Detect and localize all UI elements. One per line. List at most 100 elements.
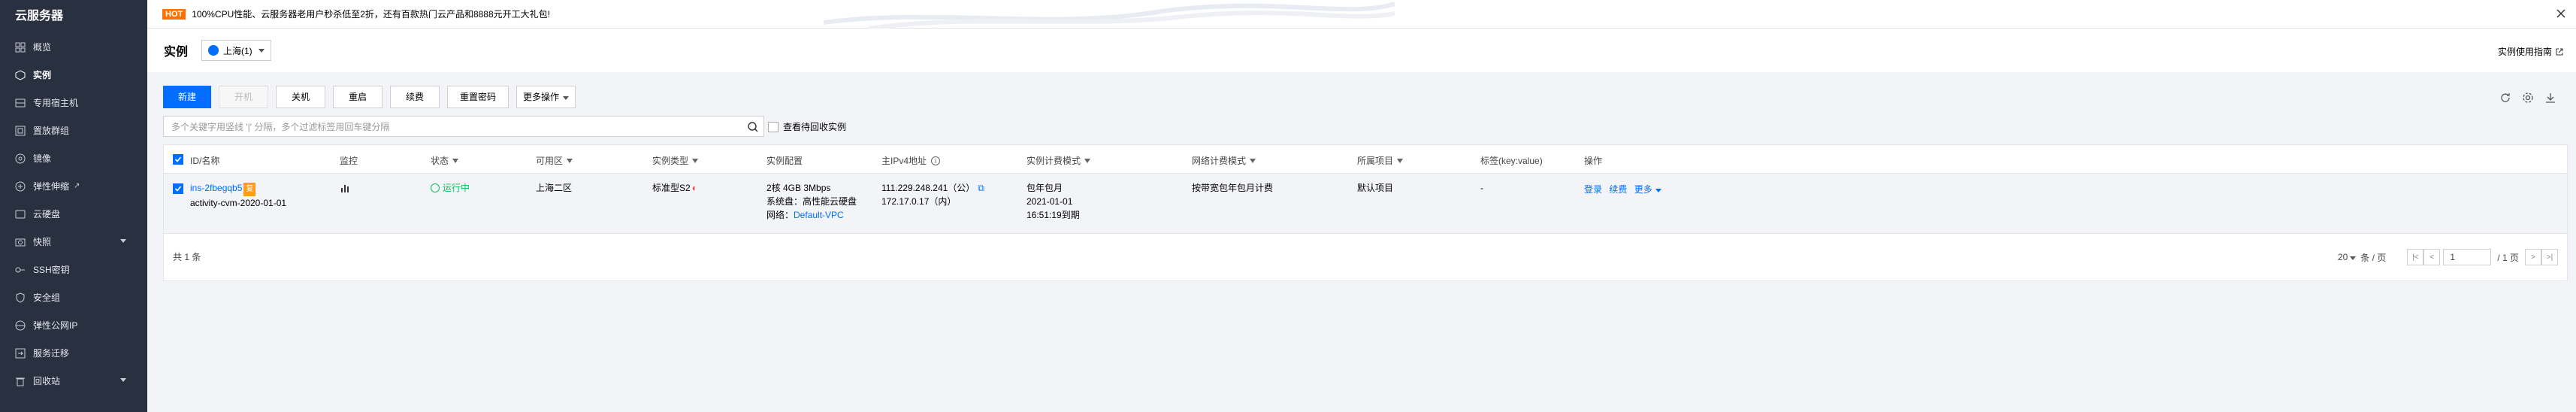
external-link-icon bbox=[2556, 48, 2563, 55]
sidebar-item-label: 弹性公网IP bbox=[33, 320, 78, 331]
sidebar-item-recycle-bin[interactable]: 回收站 bbox=[0, 367, 147, 395]
page-total-label: / 1 页 bbox=[2497, 252, 2519, 263]
instance-id-cell: ins-2fbegqb5 复 bbox=[190, 181, 256, 196]
column-status[interactable]: 状态 bbox=[431, 154, 459, 167]
column-network-billing[interactable]: 网络计费模式 bbox=[1192, 154, 1256, 167]
filter-icon bbox=[567, 158, 573, 163]
sidebar-item-eip[interactable]: 弹性公网IP bbox=[0, 311, 147, 339]
sidebar-item-label: 置放群组 bbox=[33, 126, 70, 136]
sidebar-item-security-group[interactable]: 安全组 bbox=[0, 283, 147, 311]
recycle-checkbox[interactable] bbox=[768, 121, 779, 132]
sidebar-item-placement-group[interactable]: 置放群组 bbox=[0, 117, 147, 144]
sidebar-item-migration[interactable]: 服务迁移 bbox=[0, 339, 147, 367]
sidebar: 云服务器 概览 实例 专用宿主机 置放群组 镜像 弹性伸缩 ↗ 云硬盘 快照 S… bbox=[0, 0, 147, 412]
select-all-checkbox[interactable] bbox=[173, 154, 188, 165]
info-icon[interactable]: i bbox=[931, 156, 941, 165]
sidebar-item-auto-scaling[interactable]: 弹性伸缩 ↗ bbox=[0, 172, 147, 200]
sidebar-item-label: 镜像 bbox=[33, 153, 52, 164]
column-billing[interactable]: 实例计费模式 bbox=[1026, 154, 1091, 167]
sidebar-item-snapshot[interactable]: 快照 bbox=[0, 228, 147, 256]
table-tools bbox=[2489, 92, 2556, 104]
sidebar-item-cloud-disk[interactable]: 云硬盘 bbox=[0, 200, 147, 228]
search-icon[interactable] bbox=[747, 121, 759, 133]
shutdown-button[interactable]: 关机 bbox=[276, 86, 325, 108]
usage-guide-label: 实例使用指南 bbox=[2497, 47, 2552, 57]
table-row[interactable]: ins-2fbegqb5 复 activity-cvm-2020-01-01 运行… bbox=[164, 174, 2567, 234]
eip-icon bbox=[15, 320, 26, 331]
column-type[interactable]: 实例类型 bbox=[652, 154, 699, 167]
new-button[interactable]: 新建 bbox=[163, 86, 211, 108]
search-input[interactable]: 多个关键字用竖线 '|' 分隔，多个过滤标签用回车键分隔 bbox=[163, 116, 764, 137]
usage-guide-link[interactable]: 实例使用指南 bbox=[2498, 45, 2564, 58]
recycle-icon bbox=[15, 376, 26, 386]
region-select[interactable]: 上海(1) bbox=[201, 40, 271, 61]
sidebar-item-instances[interactable]: 实例 bbox=[0, 61, 147, 89]
row-checkbox[interactable] bbox=[173, 183, 188, 196]
sidebar-item-label: 实例 bbox=[33, 70, 52, 80]
sidebar-title: 云服务器 bbox=[15, 10, 64, 23]
page-size-select[interactable]: 20 bbox=[2338, 252, 2357, 262]
login-link[interactable]: 登录 bbox=[1584, 184, 1602, 195]
config-line2: 系统盘：高性能云硬盘 bbox=[766, 196, 857, 207]
sidebar-item-ssh-key[interactable]: SSH密钥 bbox=[0, 256, 147, 283]
table-footer: 共 1 条 20 条 / 页 |< < 1 / 1 页 > >| bbox=[164, 234, 2567, 279]
gear-icon[interactable] bbox=[2522, 92, 2534, 104]
search-placeholder: 多个关键字用竖线 '|' 分隔，多个过滤标签用回车键分隔 bbox=[171, 121, 390, 132]
chevron-down-icon bbox=[120, 239, 126, 243]
total-count: 共 1 条 bbox=[173, 252, 201, 262]
running-icon bbox=[431, 183, 440, 192]
group-icon bbox=[15, 126, 26, 136]
project-cell: 默认项目 bbox=[1357, 183, 1394, 193]
renew-link[interactable]: 续费 bbox=[1609, 184, 1627, 195]
notice-text[interactable]: 100%CPU性能、云服务器老用户秒杀低至2折，还有百款热门云产品和8888元开… bbox=[192, 8, 550, 20]
billing-line3: 16:51:19到期 bbox=[1026, 210, 1080, 220]
filter-icon bbox=[1397, 158, 1404, 163]
instance-name: activity-cvm-2020-01-01 bbox=[190, 198, 287, 208]
sidebar-item-dedicated-host[interactable]: 专用宿主机 bbox=[0, 89, 147, 117]
checkbox-checked-icon bbox=[173, 183, 183, 194]
recycle-checkbox-label: 查看待回收实例 bbox=[783, 122, 847, 132]
pagination: 20 条 / 页 |< < 1 / 1 页 > >| bbox=[2338, 249, 2558, 265]
copy-icon[interactable]: ⧉ bbox=[978, 183, 984, 193]
monitor-icon[interactable] bbox=[340, 183, 350, 197]
last-page-button[interactable]: >| bbox=[2541, 249, 2558, 265]
close-icon[interactable] bbox=[2555, 8, 2567, 20]
column-project[interactable]: 所属项目 bbox=[1357, 154, 1404, 167]
start-button[interactable]: 开机 bbox=[219, 86, 268, 108]
column-config: 实例配置 bbox=[766, 156, 803, 166]
action-toolbar: 新建 开机 关机 重启 续费 重置密码 更多操作 bbox=[163, 86, 583, 108]
key-icon bbox=[15, 265, 26, 275]
column-id: ID/名称 bbox=[190, 156, 220, 166]
prev-page-button[interactable]: < bbox=[2423, 249, 2441, 265]
reset-password-button[interactable]: 重置密码 bbox=[447, 86, 509, 108]
page-header: 实例 上海(1) 实例使用指南 bbox=[147, 29, 2576, 72]
copy-badge[interactable]: 复 bbox=[243, 183, 256, 196]
next-page-button[interactable]: > bbox=[2525, 249, 2541, 265]
refresh-icon[interactable] bbox=[2499, 92, 2511, 104]
download-icon[interactable] bbox=[2544, 92, 2556, 104]
chevron-down-icon bbox=[563, 96, 570, 100]
page-input[interactable]: 1 bbox=[2443, 249, 2492, 265]
more-actions-button[interactable]: 更多操作 bbox=[516, 86, 576, 108]
sidebar-item-overview[interactable]: 概览 bbox=[0, 33, 147, 61]
sidebar-item-label: 服务迁移 bbox=[33, 348, 70, 359]
renew-button[interactable]: 续费 bbox=[390, 86, 440, 108]
instance-id-link[interactable]: ins-2fbegqb5 bbox=[190, 183, 242, 193]
sidebar-item-label: 概览 bbox=[33, 42, 52, 53]
sidebar-item-label: 回收站 bbox=[33, 376, 61, 386]
type-text: 标准型S2 bbox=[652, 183, 691, 193]
decoration-waves bbox=[824, 2, 1395, 29]
more-ops-label: 更多 bbox=[1634, 184, 1652, 195]
column-zone[interactable]: 可用区 bbox=[536, 154, 573, 167]
column-tag: 标签(key:value) bbox=[1480, 156, 1543, 166]
column-label: 可用区 bbox=[536, 156, 564, 166]
vpc-link[interactable]: Default-VPC bbox=[794, 210, 844, 220]
filter-icon bbox=[692, 158, 699, 163]
restart-button[interactable]: 重启 bbox=[333, 86, 382, 108]
recycle-checkbox-wrap[interactable]: 查看待回收实例 bbox=[768, 120, 846, 133]
more-ops-link[interactable]: 更多 bbox=[1634, 184, 1661, 195]
column-label: 所属项目 bbox=[1357, 156, 1394, 166]
sidebar-item-images[interactable]: 镜像 bbox=[0, 144, 147, 172]
filter-icon bbox=[452, 158, 459, 163]
first-page-button[interactable]: |< bbox=[2407, 249, 2424, 265]
